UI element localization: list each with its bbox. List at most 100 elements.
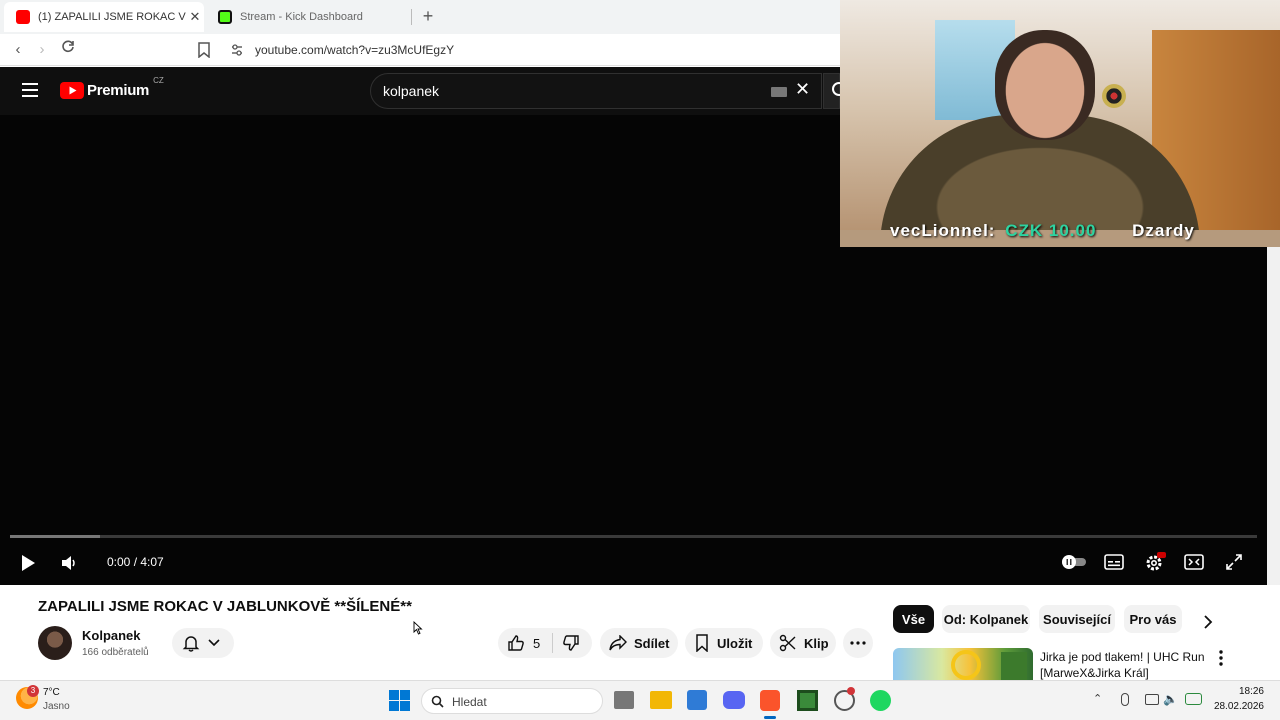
brave-browser-icon[interactable] <box>760 690 780 711</box>
spotify-icon[interactable] <box>870 690 891 711</box>
recommended-title[interactable]: Jirka je pod tlakem! | UHC Run [MarweX&J… <box>1040 649 1205 681</box>
minecraft-icon[interactable] <box>797 690 818 711</box>
progress-bar[interactable] <box>10 535 1257 538</box>
microphone-icon[interactable] <box>1121 693 1129 706</box>
clear-search-icon[interactable]: ✕ <box>795 79 810 100</box>
like-dislike-group: 5 <box>498 628 592 658</box>
clock-date[interactable]: 28.02.2026 <box>1204 701 1264 712</box>
scissors-icon <box>779 634 796 652</box>
clip-button[interactable]: Klip <box>770 628 836 658</box>
donation-ticker: vecLionnel: CZK 10.00 Dzardy <box>890 221 1195 241</box>
weather-description[interactable]: Jasno <box>43 701 70 712</box>
volume-button[interactable] <box>59 553 79 578</box>
speaker-icon[interactable]: 🔈 <box>1163 692 1178 706</box>
dislike-icon[interactable] <box>562 634 580 652</box>
chip-for-you[interactable]: Pro vás <box>1124 605 1182 633</box>
tab-youtube[interactable]: (1) ZAPALILI JSME ROKAC V JABL ✕ <box>4 2 204 32</box>
chip-from-channel[interactable]: Od: Kolpanek <box>942 605 1030 633</box>
chip-all[interactable]: Vše <box>893 605 934 633</box>
video-title: ZAPALILI JSME ROKAC V JABLUNKOVĚ **ŠÍLEN… <box>38 598 412 615</box>
theater-mode-icon[interactable] <box>1184 553 1204 576</box>
play-icon <box>22 555 35 571</box>
chips-next-icon[interactable] <box>1202 614 1214 635</box>
more-horizontal-icon <box>850 641 866 645</box>
site-info-icon[interactable] <box>230 43 244 62</box>
notifications-button[interactable] <box>172 628 234 658</box>
subtitles-icon[interactable] <box>1104 553 1124 576</box>
search-value: kolpanek <box>383 83 440 99</box>
forward-icon[interactable]: › <box>32 40 52 60</box>
like-divider <box>552 633 554 653</box>
kick-favicon-icon <box>218 10 232 24</box>
tab-kick[interactable]: Stream - Kick Dashboard <box>206 2 411 32</box>
ticker-amount: CZK 10.00 <box>1005 221 1097 240</box>
logo-text: Premium <box>87 82 150 99</box>
recommended-title-line1: Jirka je pod tlakem! | UHC Run <box>1040 650 1205 664</box>
channel-avatar[interactable] <box>38 626 72 660</box>
search-icon <box>431 695 444 708</box>
save-icon <box>696 634 708 652</box>
progress-buffered <box>10 535 100 538</box>
discord-icon[interactable] <box>723 691 745 709</box>
start-button[interactable] <box>389 690 410 716</box>
clock-time[interactable]: 18:26 <box>1230 686 1264 697</box>
youtube-premium-logo[interactable]: Premium CZ <box>60 76 164 99</box>
chevron-down-icon <box>208 639 220 647</box>
youtube-favicon-icon <box>16 10 30 24</box>
bell-icon <box>182 636 200 652</box>
battery-icon[interactable] <box>1185 693 1202 705</box>
clip-label: Klip <box>804 635 829 651</box>
like-count: 5 <box>533 635 541 651</box>
reload-icon[interactable] <box>58 40 78 60</box>
keyboard-icon[interactable] <box>771 87 787 97</box>
task-view-icon[interactable] <box>614 691 634 709</box>
thumbnail-emblem <box>951 650 981 680</box>
search-input[interactable]: kolpanek ✕ <box>370 73 822 109</box>
mouse-cursor-icon <box>413 620 423 640</box>
webcam-dartboard <box>1102 84 1126 108</box>
share-button[interactable]: Sdílet <box>600 628 678 658</box>
temperature[interactable]: 7°C <box>43 687 60 698</box>
new-tab-button[interactable]: + <box>418 6 438 26</box>
tab-title: Stream - Kick Dashboard <box>240 11 363 23</box>
taskbar-search[interactable]: Hledat <box>421 688 603 714</box>
tab-divider <box>411 9 412 25</box>
save-label: Uložit <box>717 635 753 651</box>
time-display: 0:00 / 4:07 <box>107 555 164 569</box>
recommended-thumbnail[interactable] <box>893 648 1033 680</box>
save-button[interactable]: Uložit <box>685 628 763 658</box>
search-icon <box>832 82 846 96</box>
share-label: Sdílet <box>634 635 670 651</box>
menu-icon[interactable] <box>22 83 38 102</box>
microsoft-store-icon[interactable] <box>687 690 707 710</box>
windows-logo-icon <box>389 690 410 711</box>
more-actions-button[interactable] <box>843 628 873 658</box>
url-text[interactable]: youtube.com/watch?v=zu3McUfEgzY <box>255 43 454 57</box>
file-explorer-icon[interactable] <box>650 691 672 709</box>
close-tab-icon[interactable]: ✕ <box>186 9 204 25</box>
weather-badge: 3 <box>27 685 39 697</box>
play-button[interactable] <box>18 553 38 578</box>
obs-recording-badge <box>847 687 855 695</box>
tab-title: (1) ZAPALILI JSME ROKAC V JABL <box>38 11 186 23</box>
windows-taskbar: 3 7°C Jasno Hledat ⌃ 🔈 18:26 28.02.2026 <box>0 680 1280 720</box>
settings-icon[interactable] <box>1144 552 1166 577</box>
autoplay-toggle[interactable] <box>1060 554 1088 575</box>
bookmark-icon[interactable] <box>197 42 211 63</box>
fullscreen-icon[interactable] <box>1225 553 1243 576</box>
search-button[interactable] <box>823 73 846 109</box>
taskbar-search-placeholder: Hledat <box>452 695 487 709</box>
back-icon[interactable]: ‹ <box>8 40 28 60</box>
network-icon[interactable] <box>1145 694 1159 705</box>
youtube-logo-icon <box>60 82 84 99</box>
like-icon[interactable] <box>507 634 525 652</box>
share-icon <box>609 635 627 651</box>
webcam-person-head <box>995 30 1095 140</box>
ticker-next: Dzardy <box>1132 221 1195 240</box>
subscriber-count: 166 odběratelů <box>82 647 149 658</box>
country-code: CZ <box>153 76 164 85</box>
tray-overflow-icon[interactable]: ⌃ <box>1093 692 1102 705</box>
channel-name[interactable]: Kolpanek <box>82 628 141 643</box>
chip-related[interactable]: Související <box>1039 605 1115 633</box>
recommended-menu-icon[interactable] <box>1218 650 1224 671</box>
